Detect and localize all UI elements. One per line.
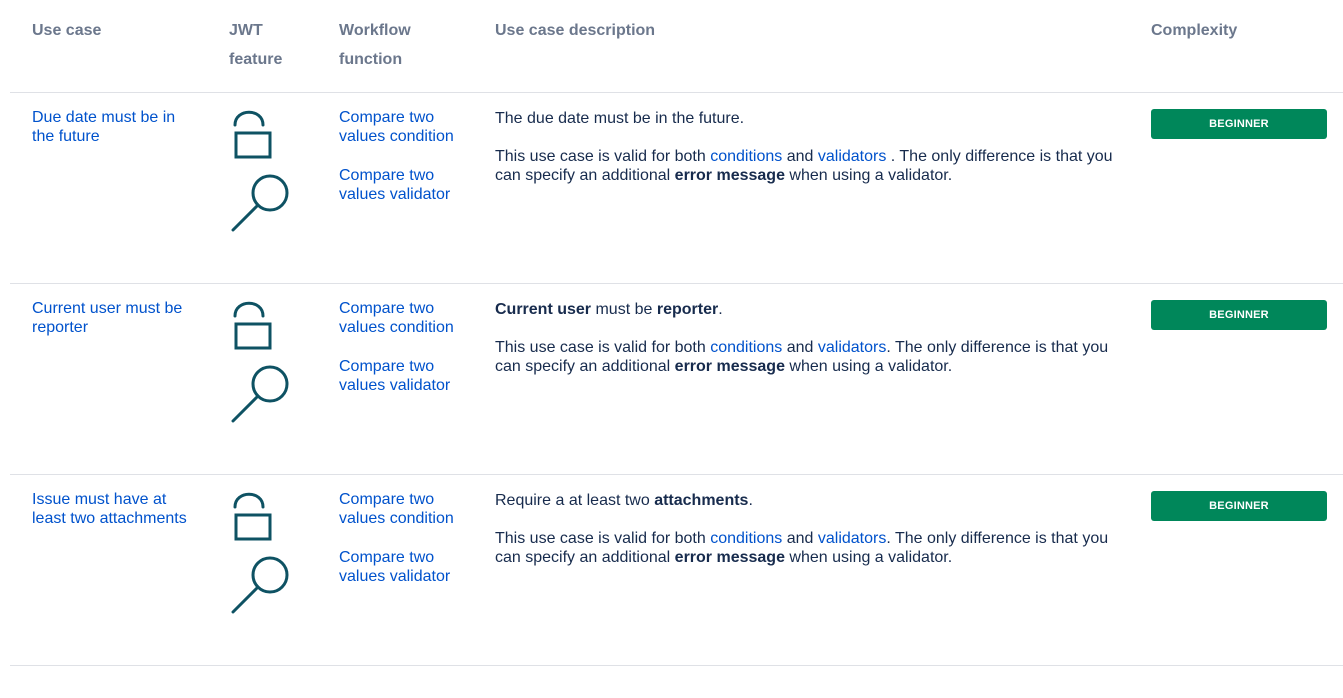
- complexity-badge: BEGINNER: [1151, 491, 1327, 521]
- desc-text: must be: [591, 301, 657, 318]
- compare-condition-link[interactable]: Compare two values condition: [339, 299, 459, 337]
- header-jwt-feature: JWT feature: [229, 16, 282, 74]
- desc-text: and: [782, 148, 818, 165]
- desc-text: and: [782, 530, 818, 547]
- use-case-link[interactable]: Current user must be reporter: [32, 300, 182, 336]
- desc-bold: error message: [674, 358, 785, 375]
- use-case-cell: Current user must be reporter: [32, 299, 192, 337]
- complexity-badge: BEGINNER: [1151, 109, 1327, 139]
- magnifier-icon: [231, 556, 289, 614]
- compare-condition-link[interactable]: Compare two values condition: [339, 108, 459, 146]
- desc-bold: attachments: [654, 492, 749, 509]
- description-detail: This use case is valid for both conditio…: [495, 338, 1115, 376]
- desc-bold: error message: [674, 549, 785, 566]
- desc-text: The due date must be in the future.: [495, 110, 745, 127]
- use-case-link[interactable]: Issue must have at least two attachments: [32, 491, 187, 527]
- description-cell: Require a at least two attachments. This…: [495, 491, 1115, 567]
- validators-link[interactable]: validators: [818, 339, 886, 356]
- table-row: Current user must be reporter Compare tw…: [10, 284, 1343, 475]
- complexity-cell: BEGINNER: [1151, 300, 1327, 330]
- description-summary: The due date must be in the future.: [495, 109, 1115, 128]
- desc-bold: reporter: [656, 301, 719, 318]
- jwt-feature-icons: [231, 110, 289, 232]
- conditions-link[interactable]: conditions: [710, 339, 782, 356]
- header-wf-line1: Workflow: [339, 22, 411, 39]
- workflow-function-cell: Compare two values condition Compare two…: [339, 490, 459, 586]
- header-wf-line2: function: [339, 51, 403, 68]
- description-detail: This use case is valid for both conditio…: [495, 147, 1115, 185]
- desc-text: when using a validator.: [784, 167, 953, 184]
- description-summary: Require a at least two attachments.: [495, 491, 1115, 510]
- compare-condition-link[interactable]: Compare two values condition: [339, 490, 459, 528]
- use-case-cell: Due date must be in the future: [32, 108, 192, 146]
- validators-link[interactable]: validators: [818, 148, 886, 165]
- description-detail: This use case is valid for both conditio…: [495, 529, 1115, 567]
- validators-link[interactable]: validators: [818, 530, 886, 547]
- desc-text: when using a validator.: [784, 549, 953, 566]
- workflow-function-cell: Compare two values condition Compare two…: [339, 299, 459, 395]
- jwt-feature-cell: [229, 296, 299, 426]
- magnifier-icon: [231, 365, 289, 423]
- desc-text: This use case is valid for both: [495, 339, 711, 356]
- desc-bold: Current user: [495, 301, 592, 318]
- complexity-badge: BEGINNER: [1151, 300, 1327, 330]
- jwt-feature-icons: [231, 301, 289, 423]
- compare-validator-link[interactable]: Compare two values validator: [339, 166, 459, 204]
- use-case-table: Use case JWT feature Workflow function U…: [10, 0, 1343, 666]
- desc-text: .: [718, 301, 723, 318]
- padlock-icon: [233, 492, 272, 541]
- desc-bold: error message: [674, 167, 785, 184]
- header-jwt-line2: feature: [229, 51, 283, 68]
- table-row: Issue must have at least two attachments…: [10, 475, 1343, 666]
- compare-validator-link[interactable]: Compare two values validator: [339, 357, 459, 395]
- jwt-feature-cell: [229, 487, 299, 617]
- header-description: Use case description: [495, 22, 656, 39]
- table-row: Due date must be in the future Compare t…: [10, 93, 1343, 284]
- jwt-feature-icons: [231, 492, 289, 614]
- desc-text: Require a at least two: [495, 492, 655, 509]
- description-cell: Current user must be reporter. This use …: [495, 300, 1115, 376]
- desc-text: and: [782, 339, 818, 356]
- description-cell: The due date must be in the future. This…: [495, 109, 1115, 185]
- header-jwt-line1: JWT: [229, 22, 263, 39]
- conditions-link[interactable]: conditions: [710, 148, 782, 165]
- desc-text: This use case is valid for both: [495, 148, 711, 165]
- header-complexity: Complexity: [1151, 22, 1238, 39]
- description-summary: Current user must be reporter.: [495, 300, 1115, 319]
- complexity-cell: BEGINNER: [1151, 109, 1327, 139]
- desc-text: This use case is valid for both: [495, 530, 711, 547]
- complexity-cell: BEGINNER: [1151, 491, 1327, 521]
- header-use-case: Use case: [32, 22, 102, 39]
- workflow-function-cell: Compare two values condition Compare two…: [339, 108, 459, 204]
- compare-validator-link[interactable]: Compare two values validator: [339, 548, 459, 586]
- magnifier-icon: [231, 174, 289, 232]
- padlock-icon: [233, 110, 272, 159]
- header-workflow-function: Workflow function: [339, 16, 411, 74]
- use-case-link[interactable]: Due date must be in the future: [32, 109, 175, 145]
- padlock-icon: [233, 301, 272, 350]
- use-case-cell: Issue must have at least two attachments: [32, 490, 192, 528]
- jwt-feature-cell: [229, 105, 299, 235]
- desc-text: when using a validator.: [784, 358, 953, 375]
- conditions-link[interactable]: conditions: [710, 530, 782, 547]
- desc-text: .: [748, 492, 753, 509]
- table-header-row: Use case JWT feature Workflow function U…: [10, 0, 1343, 93]
